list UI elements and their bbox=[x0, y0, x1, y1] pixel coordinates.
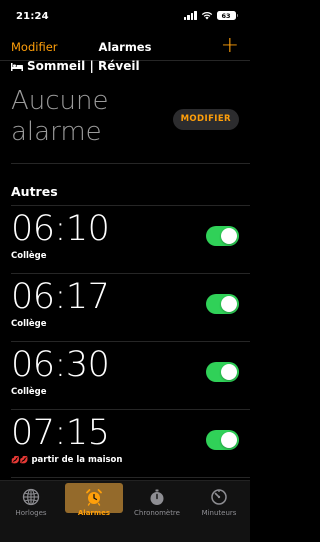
tab-horloges[interactable]: Horloges bbox=[0, 481, 62, 542]
alarm-time: 07:15 bbox=[11, 413, 110, 453]
alarm-label: Collège bbox=[11, 251, 47, 261]
sleep-section-header: Sommeil | Réveil bbox=[11, 58, 140, 74]
sleep-section-title: Sommeil | Réveil bbox=[27, 59, 140, 73]
status-time: 21:24 bbox=[16, 11, 49, 22]
tab-label: Minuteurs bbox=[201, 509, 237, 517]
wifi-icon bbox=[201, 11, 212, 20]
battery-level: 63 bbox=[216, 11, 236, 20]
alarm-row[interactable]: 06:17 Collège bbox=[0, 274, 250, 342]
others-section-title: Autres bbox=[11, 184, 58, 199]
lips-emoji-icon: 💋💋 bbox=[11, 456, 29, 464]
alarm-label: Collège bbox=[11, 319, 47, 329]
alarm-toggle[interactable] bbox=[206, 226, 239, 246]
tab-label: Horloges bbox=[15, 509, 47, 517]
alarm-toggle[interactable] bbox=[206, 362, 239, 382]
cellular-signal-icon bbox=[183, 11, 197, 20]
status-icons: 63 bbox=[183, 11, 238, 20]
globe-icon bbox=[22, 488, 40, 506]
alarm-row[interactable]: 07:15 💋💋 partir de la maison bbox=[0, 410, 250, 478]
modify-sleep-button[interactable]: MODIFIER bbox=[172, 109, 239, 130]
alarm-label: 💋💋 partir de la maison bbox=[11, 455, 123, 465]
status-bar: 21:24 63 bbox=[0, 0, 250, 34]
tab-minuteurs[interactable]: Minuteurs bbox=[188, 481, 250, 542]
alarm-time: 06:30 bbox=[11, 345, 110, 385]
no-alarm-text: Aucune alarme bbox=[11, 86, 109, 147]
tab-label: Alarmes bbox=[77, 509, 111, 517]
tab-bar: Horloges Alarmes Chronomètre Minuteurs bbox=[0, 480, 250, 542]
timer-icon bbox=[211, 489, 227, 505]
stopwatch-icon bbox=[150, 489, 164, 505]
alarm-label: Collège bbox=[11, 387, 47, 397]
battery-icon: 63 bbox=[216, 11, 238, 20]
alarm-time: 06:10 bbox=[11, 209, 110, 249]
navigation-bar: Modifier Alarmes + bbox=[0, 34, 250, 60]
alarm-clock-icon bbox=[86, 489, 102, 506]
alarm-time: 06:17 bbox=[11, 277, 110, 317]
add-alarm-button[interactable]: + bbox=[221, 34, 239, 58]
divider bbox=[11, 163, 250, 164]
alarm-toggle[interactable] bbox=[206, 430, 239, 450]
alarm-toggle[interactable] bbox=[206, 294, 239, 314]
alarm-row[interactable]: 06:30 Collège bbox=[0, 342, 250, 410]
tab-chronometre[interactable]: Chronomètre bbox=[126, 481, 188, 542]
bed-icon bbox=[11, 62, 23, 71]
tab-label: Chronomètre bbox=[134, 509, 180, 517]
tab-alarmes[interactable]: Alarmes bbox=[63, 481, 125, 542]
alarm-row[interactable]: 06:10 Collège bbox=[0, 206, 250, 274]
edit-button[interactable]: Modifier bbox=[11, 40, 58, 54]
